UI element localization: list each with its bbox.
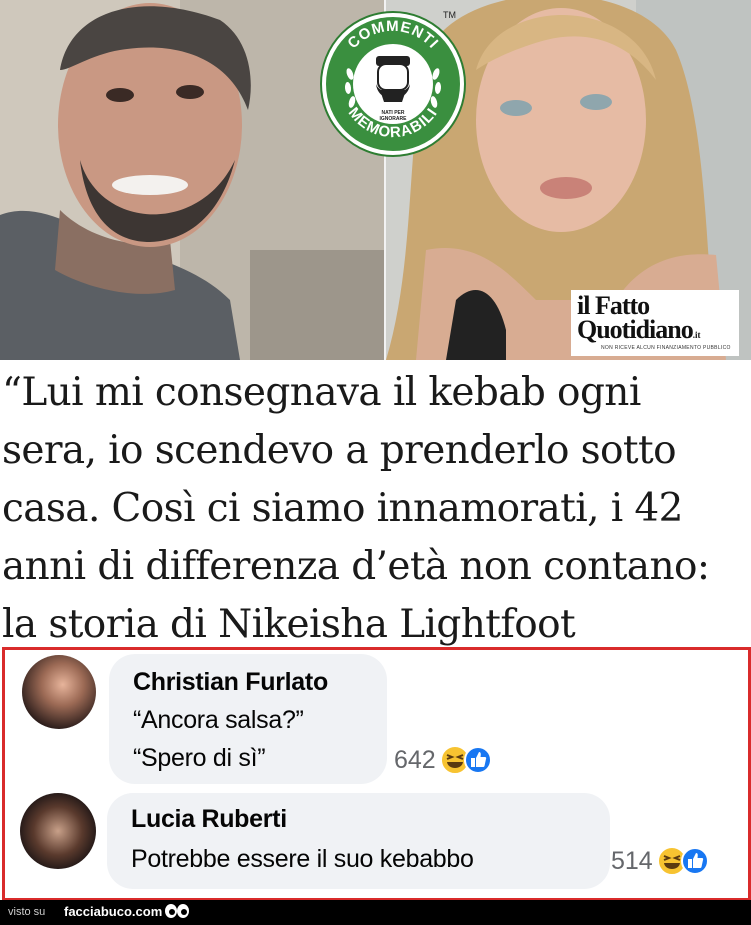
comments-highlight-frame: Christian Furlato “Ancora salsa?” “Spero… xyxy=(2,647,751,901)
comment-bubble: Lucia Ruberti Potrebbe essere il suo keb… xyxy=(107,793,610,889)
headline-line: casa. Così ci siamo innamorati, i 42 xyxy=(2,486,683,531)
watermark-footer: visto su facciabuco.com xyxy=(0,900,751,925)
reaction-summary[interactable]: 642 xyxy=(394,745,492,775)
reaction-count: 514 xyxy=(611,846,653,875)
eyes-icon xyxy=(165,904,189,918)
headline-line: “Lui mi consegnava il kebab ogni xyxy=(2,370,641,415)
comment-author[interactable]: Christian Furlato xyxy=(133,668,328,697)
avatar[interactable] xyxy=(22,655,96,729)
svg-text:IGNORARE: IGNORARE xyxy=(380,116,408,122)
logo-tagline: NON RICEVE ALCUN FINANZIAMENTO PUBBLICO xyxy=(601,345,731,351)
headline-quote: “Lui mi consegnava il kebab ogni sera, i… xyxy=(2,364,750,654)
commenti-memorabili-logo: NATI PER IGNORARE COMMENTI MEMORABILI xyxy=(320,4,466,162)
headline-line: sera, io scendevo a prenderlo sotto xyxy=(2,428,677,473)
header-photo-collage: NATI PER IGNORARE COMMENTI MEMORABILI TM… xyxy=(0,0,751,360)
footer-site-link[interactable]: facciabuco.com xyxy=(64,904,162,919)
comment-bubble: Christian Furlato “Ancora salsa?” “Spero… xyxy=(109,654,387,784)
comment-author[interactable]: Lucia Ruberti xyxy=(131,805,287,834)
reaction-summary[interactable]: 514 xyxy=(611,846,709,876)
logo-line-2: Quotidiano.it xyxy=(577,315,701,344)
comment-text: “Ancora salsa?” xyxy=(133,706,304,734)
reaction-count: 642 xyxy=(394,745,436,774)
avatar[interactable] xyxy=(20,793,96,869)
comment-text: “Spero di sì” xyxy=(133,744,266,772)
like-icon xyxy=(680,847,709,875)
trademark-mark: TM xyxy=(443,10,456,20)
headline-line: la storia di Nikeisha Lightfoot xyxy=(2,602,576,647)
il-fatto-quotidiano-logo: il Fatto Quotidiano.it NON RICEVE ALCUN … xyxy=(571,290,739,356)
like-icon xyxy=(463,746,492,774)
comment-text: Potrebbe essere il suo kebabbo xyxy=(131,845,474,873)
headline-line: anni di differenza d’età non contano: xyxy=(2,544,710,589)
footer-prefix: visto su xyxy=(8,906,46,918)
